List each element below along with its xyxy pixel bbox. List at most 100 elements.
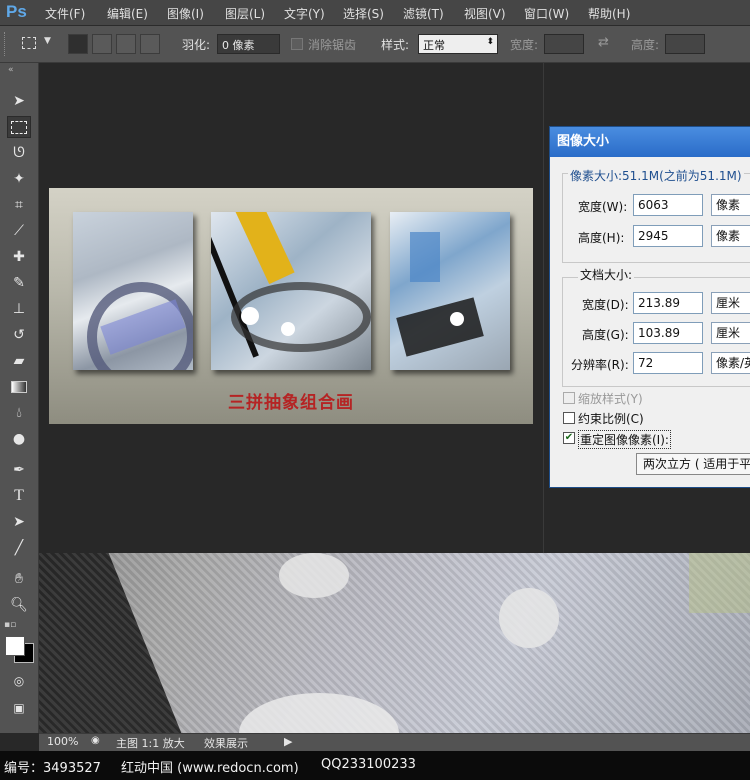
dialog-title[interactable]: 图像大小 [550,127,750,157]
height-label: 高度: [631,38,660,52]
status-menu-arrow-icon[interactable]: ▶ [284,735,292,748]
pixel-dimensions-group [562,173,750,263]
menu-select[interactable]: 选择(S) [343,5,384,22]
gradient-tool-icon[interactable] [7,376,31,398]
art-panel-center [211,212,371,370]
art-panel-left [73,212,193,370]
zoom-level[interactable]: 100% [47,735,78,748]
move-tool-icon[interactable]: ➤ [7,90,31,112]
screen-mode-icon[interactable]: ▣ [7,697,31,719]
zoomed-preview [39,553,750,733]
chevron-down-icon[interactable]: ▼ [44,36,51,46]
status-bar: 100% ◉ 主图 1:1 放大 效果展示 ▶ [39,733,750,751]
scale-styles-checkbox[interactable] [563,392,575,404]
eraser-icon[interactable]: ▰ [7,350,31,372]
menu-image[interactable]: 图像(I) [167,5,204,22]
style-select[interactable]: 正常 ⬍ [418,34,498,54]
pixel-height-label: 高度(H): [578,231,625,245]
feather-label: 羽化: [182,38,211,52]
doc-width-unit-select[interactable]: 厘米 [711,292,750,314]
doc-height-input[interactable]: 103.89 [633,322,703,344]
style-select-value: 正常 [423,39,445,52]
image-id: 编号：3493527 [4,761,101,776]
document-size-label: 文档大小: [578,266,635,283]
style-label: 样式: [381,38,410,52]
resolution-label: 分辨率(R): [571,358,629,372]
art-panel-right [390,212,510,370]
resample-label: 重定图像像素(I): [578,430,671,449]
brush-tool-icon[interactable]: ✎ [7,272,31,294]
pen-tool-icon[interactable]: ✒ [7,459,31,481]
menu-layer[interactable]: 图层(L) [225,5,265,22]
lasso-tool-icon[interactable]: ᘎ [7,142,31,164]
watermark-bar: 编号：3493527 红动中国 (www.redocn.com) QQ23310… [0,751,750,780]
antialias-label: 消除锯齿 [308,38,357,52]
pixel-width-label: 宽度(W): [578,200,628,214]
resolution-unit-select[interactable]: 像素/英 [711,352,750,374]
blur-tool-icon[interactable]: 💧︎ [7,402,31,424]
marquee-tool-icon[interactable] [7,116,31,138]
crop-tool-icon[interactable]: ⌗ [7,194,31,216]
width-input[interactable] [544,34,584,54]
menu-filter[interactable]: 滤镜(T) [403,5,444,22]
pixel-height-input[interactable]: 2945 [633,225,703,247]
clone-stamp-icon[interactable]: ⊥ [7,298,31,320]
menu-file[interactable]: 文件(F) [45,5,85,22]
site-credit: 红动中国 (www.redocn.com) [121,761,299,776]
feather-input[interactable]: 0 像素 [217,34,280,54]
status-info-icon[interactable]: ◉ [91,735,100,746]
constrain-proportions-label: 约束比例(C) [578,412,644,426]
menu-type[interactable]: 文字(Y) [284,5,325,22]
type-tool-icon[interactable]: T [7,485,31,507]
magic-wand-icon[interactable]: ✦ [7,168,31,190]
resample-checkbox-checked-icon[interactable]: ✔ [563,432,575,444]
pixel-width-input[interactable]: 6063 [633,194,703,216]
eyedropper-icon[interactable]: ⟋ [7,220,31,242]
menu-help[interactable]: 帮助(H) [588,5,630,22]
marquee-preset-icon[interactable] [22,37,36,49]
antialias-checkbox[interactable] [291,38,303,50]
line-tool-icon[interactable]: ╱ [7,537,31,559]
default-colors-icon[interactable]: ▪▫ [4,620,16,630]
zoom-tool-icon[interactable]: 🔍︎ [7,594,31,616]
intersect-selection-button[interactable] [140,34,160,54]
doc-height-label: 高度(G): [582,328,629,342]
dodge-tool-icon[interactable]: ● [7,428,31,450]
photoshop-logo: Ps [6,2,27,21]
menu-window[interactable]: 窗口(W) [524,5,569,22]
menu-edit[interactable]: 编辑(E) [107,5,148,22]
artboard: 三拼抽象组合画 [49,188,533,424]
doc-width-label: 宽度(D): [582,298,629,312]
pixel-dimensions-label: 像素大小:51.1M(之前为51.1M) [568,167,744,184]
pixel-height-unit-select[interactable]: 像素 [711,225,750,247]
artwork-title: 三拼抽象组合画 [228,393,354,413]
guide-line [543,63,544,553]
pixel-width-unit-select[interactable]: 像素 [711,194,750,216]
toolbox: « ➤ ᘎ ✦ ⌗ ⟋ ✚ ✎ ⊥ ↺ ▰ 💧︎ ● ✒ T ➤ ╱ ✋︎ 🔍︎… [0,63,39,733]
subtract-from-selection-button[interactable] [116,34,136,54]
history-brush-icon[interactable]: ↺ [7,324,31,346]
swap-icon[interactable]: ⇄ [598,35,609,50]
collapse-icon[interactable]: « [8,65,13,75]
image-size-dialog: 图像大小 像素大小:51.1M(之前为51.1M) 宽度(W): 6063 像素… [549,126,750,488]
constrain-proportions-checkbox[interactable] [563,412,575,424]
resample-method-select[interactable]: 两次立方 ( 适用于平 [636,453,750,475]
status-label: 效果展示 [204,737,248,750]
doc-height-unit-select[interactable]: 厘米 [711,322,750,344]
menu-bar: Ps 文件(F) 编辑(E) 图像(I) 图层(L) 文字(Y) 选择(S) 滤… [0,0,750,26]
resolution-input[interactable]: 72 [633,352,703,374]
healing-brush-icon[interactable]: ✚ [7,246,31,268]
quick-mask-icon[interactable]: ◎ [7,670,31,692]
doc-width-input[interactable]: 213.89 [633,292,703,314]
new-selection-button[interactable] [68,34,88,54]
options-bar: ▼ 羽化: 0 像素 消除锯齿 样式: 正常 ⬍ 宽度: ⇄ 高度: [0,26,750,63]
chevron-updown-icon: ⬍ [486,37,494,47]
add-to-selection-button[interactable] [92,34,112,54]
menu-view[interactable]: 视图(V) [464,5,506,22]
document-name: 主图 1:1 放大 [116,737,185,750]
height-input[interactable] [665,34,705,54]
hand-tool-icon[interactable]: ✋︎ [7,568,31,590]
grip-handle [4,32,8,56]
foreground-color-swatch[interactable] [5,636,25,656]
path-selection-icon[interactable]: ➤ [7,511,31,533]
